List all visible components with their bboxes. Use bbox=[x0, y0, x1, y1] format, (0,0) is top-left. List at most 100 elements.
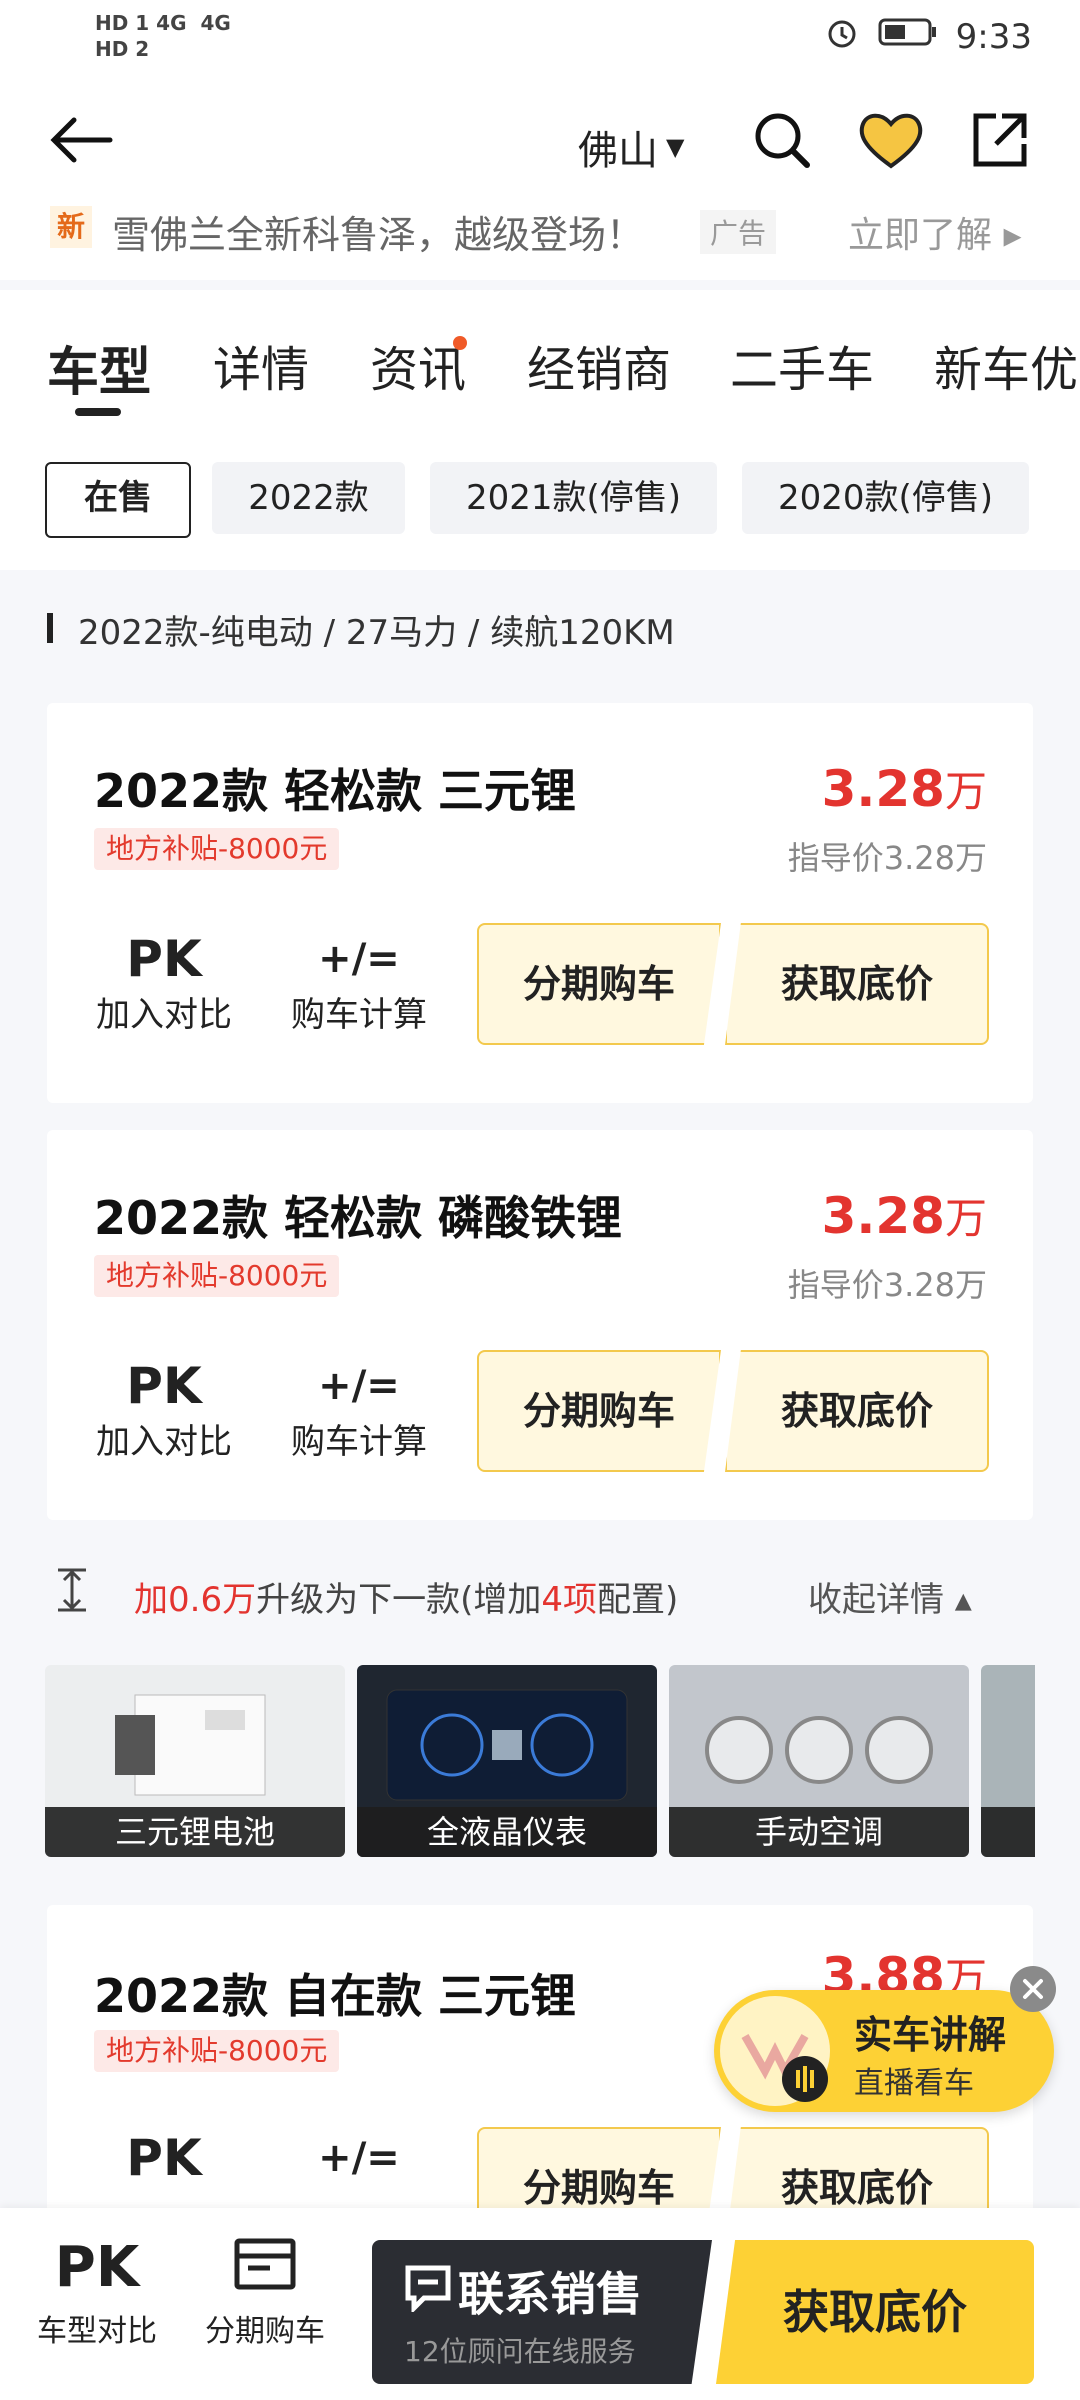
tab-models[interactable]: 车型 bbox=[47, 330, 151, 405]
feature-caption: 全液晶仪表 bbox=[357, 1807, 657, 1857]
pk-icon: PK bbox=[126, 930, 202, 988]
subsidy-badge: 地方补贴-8000元 bbox=[94, 1255, 340, 1297]
subsidy-badge: 地方补贴-8000元 bbox=[94, 828, 340, 870]
feature-caption: 手动空调 bbox=[669, 1807, 969, 1857]
ac-knobs-image bbox=[705, 1716, 933, 1784]
tab-new-car-deals[interactable]: 新车优 bbox=[934, 330, 1078, 400]
pk-icon: PK bbox=[126, 1357, 202, 1415]
subsidy-badge: 地方补贴-8000元 bbox=[94, 2030, 340, 2072]
live-subtitle: 直播看车 bbox=[854, 2066, 974, 2101]
search-icon[interactable] bbox=[750, 108, 814, 176]
active-tab-indicator bbox=[75, 408, 121, 416]
live-stream-widget[interactable]: 实车讲解 直播看车 bbox=[714, 1990, 1054, 2112]
trim-card[interactable]: 2022款 轻松款 三元锂 地方补贴-8000元 3.28万 指导价3.28万 … bbox=[47, 703, 1033, 1103]
collapse-details-button[interactable]: 收起详情 ▴ bbox=[808, 1572, 972, 1621]
new-badge: 新 bbox=[50, 206, 92, 248]
ad-tag: 广告 bbox=[700, 210, 777, 254]
share-icon[interactable] bbox=[970, 110, 1030, 174]
compare-button[interactable]: PK 加入对比 bbox=[94, 931, 234, 1036]
ad-text: 雪佛兰全新科鲁泽，越级登场！ bbox=[112, 213, 645, 257]
live-title: 实车讲解 bbox=[854, 2013, 1007, 2057]
contact-sales-label: 联系销售 bbox=[458, 2267, 642, 2321]
feature-card[interactable]: 手动空调 bbox=[669, 1665, 969, 1857]
expand-collapse-icon bbox=[56, 1568, 88, 1616]
caret-down-icon: ▼ bbox=[666, 133, 685, 161]
close-icon[interactable] bbox=[1010, 1966, 1056, 2012]
guide-price: 指导价3.28万 bbox=[787, 1266, 987, 1304]
upgrade-prefix: 加 bbox=[134, 1580, 168, 1620]
calculator-button[interactable]: +/= 购车计算 bbox=[284, 1358, 434, 1463]
chip-2022[interactable]: 2022款 bbox=[212, 462, 405, 534]
compare-label: 加入对比 bbox=[96, 995, 232, 1035]
ad-banner[interactable]: 新 雪佛兰全新科鲁泽，越级登场！ 广告 立即了解 ▸ bbox=[0, 200, 1080, 280]
installment-card-icon bbox=[234, 2238, 296, 2290]
feature-card-partial[interactable] bbox=[981, 1665, 1035, 1857]
upgrade-middle: 升级为下一款(增加 bbox=[256, 1580, 542, 1620]
feature-caption: 三元锂电池 bbox=[45, 1807, 345, 1857]
trim-title: 2022款 轻松款 磷酸铁锂 bbox=[94, 1191, 623, 1245]
chat-icon bbox=[404, 2264, 452, 2316]
installment-nav-label: 分期购车 bbox=[205, 2314, 325, 2349]
trim-price: 3.28万 bbox=[822, 1185, 987, 1246]
installment-button[interactable]: 分期购车 bbox=[477, 923, 721, 1045]
news-dot-badge bbox=[453, 336, 467, 350]
trim-card[interactable]: 2022款 轻松款 磷酸铁锂 地方补贴-8000元 3.28万 指导价3.28万… bbox=[47, 1130, 1033, 1520]
alarm-icon bbox=[824, 14, 860, 59]
clock-time: 9:33 bbox=[955, 16, 1032, 57]
back-arrow-icon[interactable] bbox=[48, 115, 114, 169]
lowest-price-button[interactable]: 获取底价 bbox=[725, 923, 989, 1045]
get-lowest-price-button[interactable]: 获取底价 bbox=[716, 2240, 1034, 2384]
installment-button[interactable]: 分期购车 bbox=[477, 1350, 721, 1472]
battery-icon bbox=[878, 16, 938, 57]
lcd-cluster-image bbox=[386, 1689, 628, 1801]
chip-on-sale[interactable]: 在售 bbox=[45, 462, 191, 538]
pk-icon: PK bbox=[54, 2235, 140, 2300]
feature-card[interactable]: 三元锂电池 bbox=[45, 1665, 345, 1857]
feature-card[interactable]: 全液晶仪表 bbox=[357, 1665, 657, 1857]
contact-sales-button[interactable]: 联系销售 12位顾问在线服务 bbox=[372, 2240, 712, 2384]
status-right: 9:33 bbox=[824, 14, 1032, 59]
favorite-heart-icon[interactable] bbox=[857, 110, 925, 174]
trim-price: 3.28万 bbox=[822, 758, 987, 819]
installment-nav-button[interactable]: 分期购车 bbox=[195, 2236, 335, 2350]
section-header: 2022款-纯电动 / 27马力 / 续航120KM bbox=[78, 613, 675, 653]
contact-sales-sub: 12位顾问在线服务 bbox=[404, 2335, 636, 2368]
tab-used-cars[interactable]: 二手车 bbox=[730, 330, 874, 400]
chip-2021[interactable]: 2021款(停售) bbox=[430, 462, 717, 534]
tab-dealers[interactable]: 经销商 bbox=[527, 330, 671, 400]
ad-cta[interactable]: 立即了解 ▸ bbox=[848, 206, 1022, 258]
pk-icon: PK bbox=[126, 2129, 202, 2187]
chip-2020[interactable]: 2020款(停售) bbox=[742, 462, 1029, 534]
price-unit: 万 bbox=[944, 1194, 987, 1243]
signal-indicators: HD 1 4G 4G HD 2 bbox=[95, 11, 231, 61]
guide-price: 指导价3.28万 bbox=[787, 839, 987, 877]
compare-models-label: 车型对比 bbox=[37, 2314, 157, 2349]
calculator-label: 购车计算 bbox=[291, 995, 427, 1035]
upgrade-hint: 加0.6万升级为下一款(增加4项配置) bbox=[134, 1572, 678, 1621]
city-label: 佛山 bbox=[578, 128, 658, 174]
tab-bar: 车型 详情 资讯 经销商 二手车 新车优 bbox=[0, 290, 1080, 440]
calculator-label: 购车计算 bbox=[291, 1422, 427, 1462]
upgrade-count: 4项 bbox=[541, 1580, 597, 1620]
price-value: 3.28 bbox=[821, 1187, 945, 1245]
tab-details[interactable]: 详情 bbox=[213, 330, 309, 400]
compare-label: 加入对比 bbox=[96, 1422, 232, 1462]
city-selector[interactable]: 佛山 ▼ bbox=[578, 118, 684, 176]
price-unit: 万 bbox=[944, 767, 987, 816]
calculator-icon: +/= bbox=[318, 2135, 400, 2181]
bottom-action-bar: PK 车型对比 分期购车 联系销售 12位顾问在线服务 获取底价 bbox=[0, 2208, 1080, 2400]
calculator-button[interactable]: +/= bbox=[284, 2130, 434, 2186]
compare-models-button[interactable]: PK 车型对比 bbox=[32, 2236, 162, 2350]
trim-title: 2022款 自在款 三元锂 bbox=[94, 1969, 577, 2023]
price-value: 3.28 bbox=[821, 760, 945, 818]
upgrade-suffix: 配置) bbox=[596, 1580, 679, 1620]
compare-button[interactable]: PK bbox=[94, 2130, 234, 2186]
lowest-price-button[interactable]: 获取底价 bbox=[725, 1350, 989, 1472]
calculator-icon: +/= bbox=[318, 936, 400, 982]
compare-button[interactable]: PK 加入对比 bbox=[94, 1358, 234, 1463]
upgrade-amount: 0.6万 bbox=[168, 1580, 257, 1620]
calculator-button[interactable]: +/= 购车计算 bbox=[284, 931, 434, 1036]
section-marker bbox=[47, 613, 53, 643]
tab-news[interactable]: 资讯 bbox=[370, 330, 466, 400]
top-nav-bar: 佛山 ▼ bbox=[0, 80, 1080, 200]
